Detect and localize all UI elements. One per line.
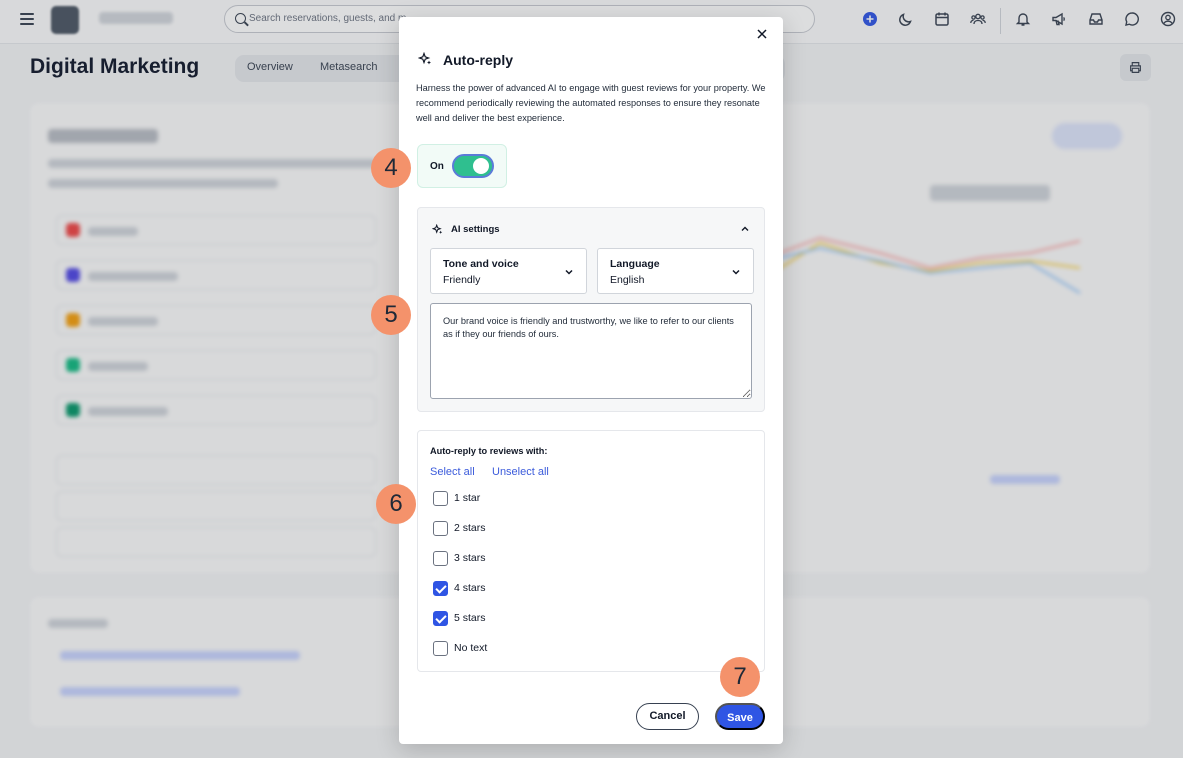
modal-description: Harness the power of advanced AI to enga… — [416, 83, 766, 123]
checkbox[interactable] — [433, 491, 448, 506]
cancel-button[interactable]: Cancel — [636, 703, 699, 730]
ai-settings-title: AI settings — [451, 224, 500, 235]
option-label: 3 stars — [454, 552, 486, 564]
close-icon[interactable] — [755, 27, 769, 41]
ai-settings-panel: AI settings Tone and voice Friendly Lang… — [417, 207, 765, 412]
checkbox[interactable] — [433, 551, 448, 566]
checkbox[interactable] — [433, 521, 448, 536]
select-all-link[interactable]: Select all — [430, 466, 475, 478]
checkbox[interactable] — [433, 641, 448, 656]
chevron-down-icon — [565, 269, 573, 275]
step-marker: 5 — [371, 295, 411, 335]
sparkle-icon — [418, 52, 431, 65]
chevron-up-icon[interactable] — [740, 224, 750, 234]
reviews-title: Auto-reply to reviews with: — [430, 446, 548, 456]
tone-label: Tone and voice — [443, 258, 519, 270]
toggle-knob — [473, 158, 489, 174]
option-label: No text — [454, 642, 488, 654]
modal-title: Auto-reply — [443, 52, 513, 68]
option-label: 1 star — [454, 492, 481, 504]
auto-reply-modal: Auto-reply Harness the power of advanced… — [399, 17, 783, 744]
toggle-label: On — [430, 161, 444, 172]
step-marker: 7 — [720, 657, 760, 697]
option-label: 5 stars — [454, 612, 486, 624]
auto-reply-toggle-box: On — [417, 144, 507, 188]
option-label: 2 stars — [454, 522, 486, 534]
language-value: English — [610, 274, 645, 286]
sparkle-icon — [432, 224, 443, 234]
brand-voice-textarea[interactable]: Our brand voice is friendly and trustwor… — [430, 303, 752, 399]
auto-reply-reviews-panel: Auto-reply to reviews with: Select all U… — [417, 430, 765, 672]
step-marker: 6 — [376, 484, 416, 524]
step-marker: 4 — [371, 148, 411, 188]
auto-reply-toggle[interactable] — [452, 154, 494, 178]
checkbox-checked[interactable] — [433, 581, 448, 596]
language-label: Language — [610, 258, 660, 270]
tone-value: Friendly — [443, 274, 481, 286]
save-button[interactable]: Save — [715, 703, 765, 730]
unselect-all-link[interactable]: Unselect all — [492, 466, 549, 478]
option-label: 4 stars — [454, 582, 486, 594]
checkbox-checked[interactable] — [433, 611, 448, 626]
tone-select[interactable]: Tone and voice Friendly — [430, 248, 587, 294]
language-select[interactable]: Language English — [597, 248, 754, 294]
chevron-down-icon — [732, 269, 740, 275]
